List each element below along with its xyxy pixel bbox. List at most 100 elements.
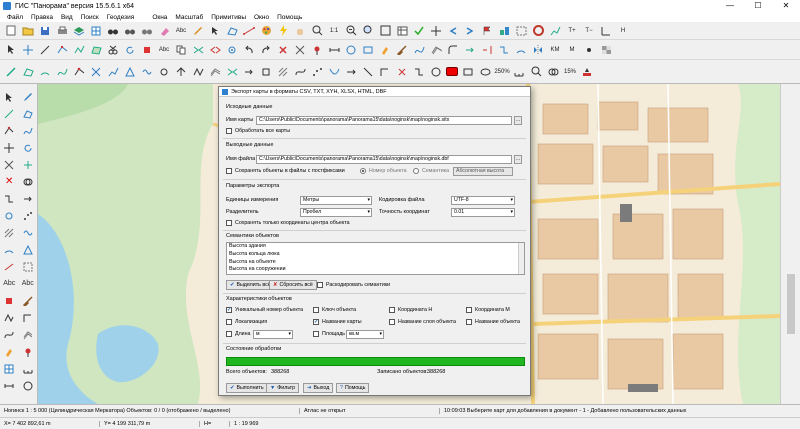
minimize-button[interactable]: — — [716, 0, 744, 12]
cut-left-icon[interactable] — [0, 156, 19, 173]
menu-windows[interactable]: Окна — [148, 14, 171, 21]
draw-red-cross-icon[interactable] — [395, 65, 409, 79]
eraser-icon[interactable] — [157, 24, 171, 38]
paint-icon[interactable] — [378, 43, 392, 57]
menu-primitives[interactable]: Примитивы — [207, 14, 250, 21]
bezier-left-icon[interactable] — [0, 326, 19, 343]
zoom-15-icon[interactable]: 15% — [563, 65, 577, 79]
encoding-select[interactable]: UTF-8 ▾ — [451, 196, 515, 205]
draw-split-icon[interactable] — [174, 65, 188, 79]
draw-cross-icon[interactable] — [89, 65, 103, 79]
dim-left-icon[interactable] — [0, 377, 19, 394]
units-select[interactable]: Метры ▾ — [300, 196, 372, 205]
draw-curve-icon[interactable] — [55, 65, 69, 79]
table-icon[interactable] — [395, 24, 409, 38]
draw-path-icon[interactable] — [106, 65, 120, 79]
menu-file[interactable]: Файл — [3, 14, 27, 21]
binoculars-3-icon[interactable] — [140, 24, 154, 38]
draw-snap-icon[interactable] — [157, 65, 171, 79]
area-checkbox[interactable] — [313, 331, 319, 337]
precision-select[interactable]: 0.01 ▾ — [451, 208, 515, 217]
menu-window[interactable]: Окно — [250, 14, 273, 21]
close-button[interactable]: ✕ — [772, 0, 800, 12]
text-tool-icon[interactable]: Abc — [157, 43, 171, 57]
menu-scale[interactable]: Масштаб — [171, 14, 207, 21]
unique-id-checkbox[interactable] — [226, 307, 232, 313]
lens-icon[interactable] — [529, 65, 543, 79]
select-all-button[interactable]: ✔ Выделить всё — [226, 280, 275, 290]
brush-left-icon[interactable] — [19, 292, 38, 309]
length-unit-select[interactable]: м ▾ — [253, 330, 293, 339]
m-icon[interactable]: M — [565, 43, 579, 57]
rect-tool-icon[interactable] — [361, 43, 375, 57]
draw-wave-icon[interactable] — [140, 65, 154, 79]
filter-button[interactable]: ▼ Фильтр — [266, 383, 300, 393]
select-arrow-icon[interactable] — [208, 24, 222, 38]
poly-left-icon[interactable] — [19, 105, 38, 122]
draw-rect-icon[interactable] — [461, 65, 475, 79]
pin-left-icon[interactable] — [19, 343, 38, 360]
help-button[interactable]: ? Помощь — [336, 383, 370, 393]
pencil-left-icon[interactable] — [19, 88, 38, 105]
crosshair-icon[interactable] — [21, 43, 35, 57]
map-name-checkbox[interactable] — [313, 319, 319, 325]
draw-curve2-icon[interactable] — [327, 65, 341, 79]
flag-icon[interactable] — [480, 24, 494, 38]
snap-icon[interactable] — [225, 43, 239, 57]
h-axis-icon[interactable]: H — [616, 24, 630, 38]
grid-icon[interactable] — [89, 24, 103, 38]
draw-node-icon[interactable] — [72, 65, 86, 79]
axes-icon[interactable] — [599, 24, 613, 38]
draw-circle-icon[interactable] — [429, 65, 443, 79]
file-name-field[interactable]: C:\Users\Public\Documents\panorama\Panor… — [256, 155, 512, 164]
rotate-left-icon[interactable] — [19, 139, 38, 156]
circle-left-icon[interactable] — [19, 377, 38, 394]
lightning-icon[interactable] — [276, 24, 290, 38]
zoom-all-icon[interactable] — [378, 24, 392, 38]
trim-icon[interactable] — [480, 43, 494, 57]
scissors-icon[interactable] — [293, 43, 307, 57]
draw-diag-icon[interactable] — [361, 65, 375, 79]
menu-search[interactable]: Поиск — [77, 14, 103, 21]
spline-icon[interactable] — [412, 43, 426, 57]
draw-poly-icon[interactable] — [21, 65, 35, 79]
coord-m-checkbox[interactable] — [466, 307, 472, 313]
draw-hatch-icon[interactable] — [276, 65, 290, 79]
draw-line-icon[interactable] — [4, 65, 18, 79]
zoom-out-icon[interactable] — [344, 24, 358, 38]
exit-button[interactable]: ➜ Выход — [303, 383, 334, 393]
draw-extend-icon[interactable] — [242, 65, 256, 79]
area-unit-select[interactable]: кв.м ▾ — [346, 330, 384, 339]
symbol-icon[interactable] — [140, 43, 154, 57]
palette-icon[interactable] — [259, 24, 273, 38]
text-rotate-left-icon[interactable]: Abc — [19, 275, 38, 292]
file-browse-button[interactable]: … — [514, 155, 522, 164]
merge-icon[interactable] — [191, 43, 205, 57]
draw-dots-icon[interactable] — [310, 65, 324, 79]
ortho-left-icon[interactable] — [19, 309, 38, 326]
check-icon[interactable] — [412, 24, 426, 38]
delete-left-icon[interactable]: ✕ — [0, 173, 19, 190]
split-left-icon[interactable] — [19, 156, 38, 173]
line-left-icon[interactable] — [0, 105, 19, 122]
wave-left-icon[interactable] — [19, 224, 38, 241]
zoom-1-1-icon[interactable]: 1:1 — [327, 24, 341, 38]
draw-zig-icon[interactable] — [191, 65, 205, 79]
union-left-icon[interactable] — [19, 173, 38, 190]
dimension-icon[interactable] — [327, 43, 341, 57]
map-name-field[interactable]: C:\Users\Public\Documents\panorama\Panor… — [256, 116, 512, 125]
menu-edit[interactable]: Правка — [27, 14, 57, 21]
snap-left-icon[interactable] — [0, 207, 19, 224]
split-icon[interactable] — [208, 43, 222, 57]
blocks-icon[interactable] — [497, 24, 511, 38]
draw-tri-icon[interactable] — [123, 65, 137, 79]
line-tool-icon[interactable] — [38, 43, 52, 57]
process-all-checkbox[interactable] — [226, 128, 232, 134]
fill-left-icon[interactable] — [0, 343, 19, 360]
tri-left-icon[interactable] — [19, 241, 38, 258]
wheel-icon[interactable] — [531, 24, 545, 38]
menu-geodesy[interactable]: Геодезия — [103, 14, 139, 21]
symbol-left-icon[interactable] — [0, 292, 19, 309]
fillet-icon[interactable] — [446, 43, 460, 57]
arrow-left-icon[interactable] — [0, 88, 19, 105]
